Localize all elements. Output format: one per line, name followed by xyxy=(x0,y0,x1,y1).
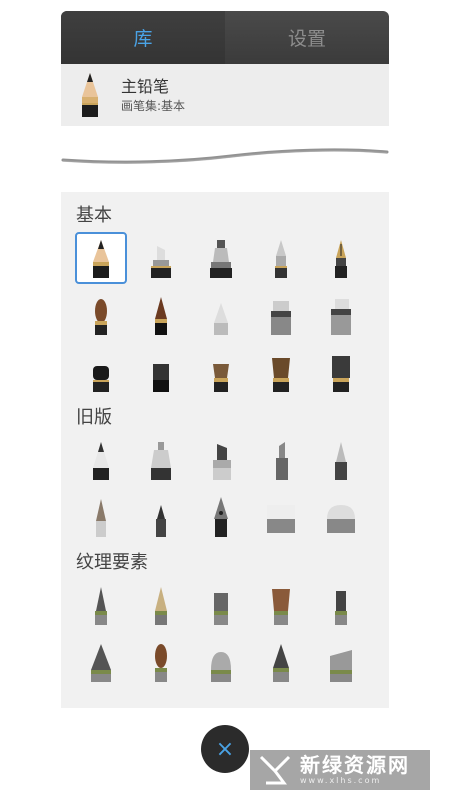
legacy-nib-tool[interactable] xyxy=(195,491,247,543)
smudge-tool[interactable] xyxy=(255,289,307,341)
round-brush-icon xyxy=(95,299,107,335)
texture-brush-tool[interactable] xyxy=(135,636,187,688)
flat-black-brush-tool[interactable] xyxy=(75,346,127,398)
texture-bristles-tool[interactable] xyxy=(255,579,307,631)
texture-square-icon xyxy=(335,591,347,625)
texture-block-tool[interactable] xyxy=(195,579,247,631)
bristle-brush-icon xyxy=(332,356,350,392)
basic-brush-grid xyxy=(75,232,383,398)
pencil-tool[interactable] xyxy=(75,232,127,284)
legacy-brush-icon xyxy=(96,499,106,537)
wide-flat-brush-icon xyxy=(272,358,290,392)
wide-marker-tool[interactable] xyxy=(195,232,247,284)
texture-angled-icon xyxy=(330,650,352,682)
texture-cone-icon xyxy=(91,644,111,682)
tab-bar: 库 设置 xyxy=(61,11,389,64)
texture-bristles-icon xyxy=(272,589,290,625)
fan-brush-tool[interactable] xyxy=(195,346,247,398)
fountain-pen-tool[interactable] xyxy=(315,232,367,284)
watermark-logo xyxy=(259,755,291,785)
current-brush[interactable]: 主铅笔 画笔集:基本 xyxy=(61,64,389,126)
pencil-icon xyxy=(93,240,109,278)
texture-pointed-icon xyxy=(155,587,167,625)
watermark-url: www.xlhs.com xyxy=(300,776,382,785)
marker-icon xyxy=(151,246,171,278)
section-title-texture: 纹理要素 xyxy=(76,552,148,573)
flat-brush-icon xyxy=(153,364,169,392)
ink-brush-tool[interactable] xyxy=(135,289,187,341)
legacy-felt-pen-tool[interactable] xyxy=(135,491,187,543)
texture-brush-icon xyxy=(155,644,167,682)
wide-marker-icon xyxy=(210,240,232,278)
legacy-soft-eraser-tool[interactable] xyxy=(315,491,367,543)
watermark-text: 新绿资源网 xyxy=(300,753,410,777)
stroke-preview xyxy=(61,126,389,192)
legacy-chisel-tool[interactable] xyxy=(255,434,307,486)
eraser-stamp-tool[interactable] xyxy=(315,289,367,341)
pencil-icon xyxy=(82,73,98,117)
legacy-marker-icon xyxy=(213,444,231,480)
ballpoint-tool[interactable] xyxy=(255,232,307,284)
current-brush-set: 画笔集:基本 xyxy=(121,98,186,113)
flat-black-brush-icon xyxy=(93,366,109,392)
fan-brush-icon xyxy=(213,364,229,392)
legacy-felt-pen-icon xyxy=(156,505,166,537)
texture-block-icon xyxy=(214,593,228,625)
texture-tree-icon xyxy=(273,644,289,682)
legacy-marker-tool[interactable] xyxy=(195,434,247,486)
marker-tool[interactable] xyxy=(135,232,187,284)
close-button[interactable]: × xyxy=(201,725,249,773)
legacy-brush-grid xyxy=(75,434,383,543)
texture-tree-tool[interactable] xyxy=(255,636,307,688)
brush-library: 基本 旧版 纹理要素 xyxy=(61,192,389,708)
legacy-eraser-icon xyxy=(267,505,295,533)
airbrush-tool[interactable] xyxy=(195,289,247,341)
legacy-brush-tool[interactable] xyxy=(75,491,127,543)
flat-brush-tool[interactable] xyxy=(135,346,187,398)
legacy-airbrush-tool[interactable] xyxy=(135,434,187,486)
texture-round-tool[interactable] xyxy=(195,636,247,688)
legacy-pencil-icon xyxy=(93,442,109,480)
texture-brush-grid xyxy=(75,579,383,688)
watermark: 新绿资源网 www.xlhs.com xyxy=(250,750,430,790)
wide-flat-brush-tool[interactable] xyxy=(255,346,307,398)
texture-square-tool[interactable] xyxy=(315,579,367,631)
fountain-pen-icon xyxy=(335,240,347,278)
legacy-chisel-icon xyxy=(276,442,288,480)
texture-spike-icon xyxy=(95,587,107,625)
legacy-ballpoint-tool[interactable] xyxy=(315,434,367,486)
smudge-icon xyxy=(271,301,291,335)
texture-spike-tool[interactable] xyxy=(75,579,127,631)
texture-pointed-tool[interactable] xyxy=(135,579,187,631)
airbrush-icon xyxy=(214,303,228,335)
section-title-legacy: 旧版 xyxy=(76,407,112,428)
tab-settings[interactable]: 设置 xyxy=(225,11,389,64)
texture-angled-tool[interactable] xyxy=(315,636,367,688)
current-brush-name: 主铅笔 xyxy=(121,76,170,96)
bristle-brush-tool[interactable] xyxy=(315,346,367,398)
legacy-eraser-tool[interactable] xyxy=(255,491,307,543)
legacy-airbrush-icon xyxy=(151,442,171,480)
eraser-stamp-icon xyxy=(331,299,351,335)
legacy-soft-eraser-icon xyxy=(327,505,355,533)
ballpoint-icon xyxy=(275,240,287,278)
texture-cone-tool[interactable] xyxy=(75,636,127,688)
section-title-basic: 基本 xyxy=(76,205,112,226)
tab-library[interactable]: 库 xyxy=(61,11,225,64)
ink-brush-icon xyxy=(155,297,167,335)
legacy-ballpoint-icon xyxy=(335,442,347,480)
legacy-pencil-tool[interactable] xyxy=(75,434,127,486)
brush-library-panel: 库 设置 主铅笔 画笔集:基本 基本 旧版 纹理要素 xyxy=(61,11,389,708)
legacy-nib-icon xyxy=(214,497,228,537)
round-brush-tool[interactable] xyxy=(75,289,127,341)
texture-round-icon xyxy=(211,652,231,682)
